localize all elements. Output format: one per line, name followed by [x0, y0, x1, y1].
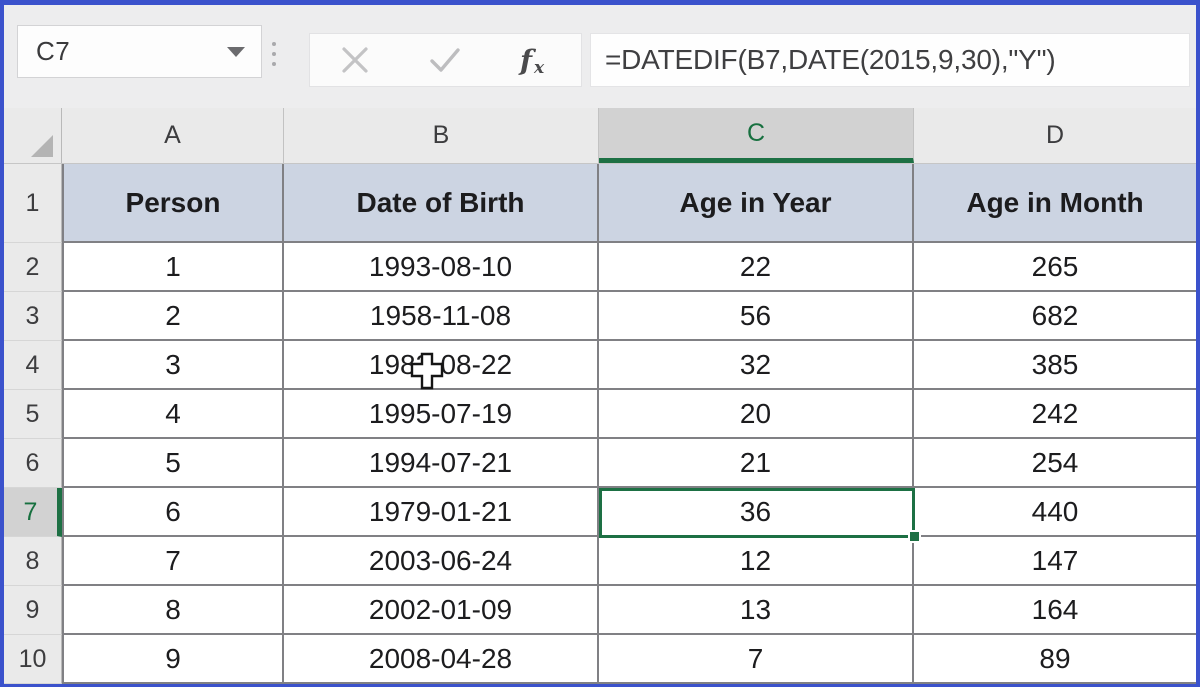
formula-bar-buttons: f x — [309, 33, 582, 87]
excel-window: C7 f x =DATEDIF(B7,DATE(2015,9,30),"Y") … — [0, 0, 1200, 687]
cell-b1[interactable]: Date of Birth — [284, 164, 599, 243]
cell-d8[interactable]: 147 — [914, 537, 1196, 586]
select-all-triangle-icon — [31, 135, 53, 157]
cell-d6[interactable]: 254 — [914, 439, 1196, 488]
cell-d10[interactable]: 89 — [914, 635, 1196, 684]
cell-c8[interactable]: 12 — [599, 537, 914, 586]
table-row: 7 6 1979-01-21 36 440 — [4, 488, 1196, 537]
cell-b6[interactable]: 1994-07-21 — [284, 439, 599, 488]
row-header-10[interactable]: 10 — [4, 635, 62, 684]
select-all-button[interactable] — [4, 108, 62, 163]
grip-dot — [272, 52, 276, 56]
cell-c7[interactable]: 36 — [599, 488, 914, 537]
table-row: 5 4 1995-07-19 20 242 — [4, 390, 1196, 439]
cell-c3[interactable]: 56 — [599, 292, 914, 341]
name-box-value: C7 — [36, 36, 71, 66]
row-header-8[interactable]: 8 — [4, 537, 62, 586]
table-row: 2 1 1993-08-10 22 265 — [4, 243, 1196, 292]
cancel-button[interactable] — [324, 38, 386, 82]
row-header-3[interactable]: 3 — [4, 292, 62, 341]
cell-d5[interactable]: 242 — [914, 390, 1196, 439]
formula-text: =DATEDIF(B7,DATE(2015,9,30),"Y") — [605, 44, 1056, 75]
cell-d1[interactable]: Age in Month — [914, 164, 1196, 243]
cell-b10[interactable]: 2008-04-28 — [284, 635, 599, 684]
cell-b3[interactable]: 1958-11-08 — [284, 292, 599, 341]
insert-function-icon[interactable]: f x — [505, 38, 567, 82]
cell-c6[interactable]: 21 — [599, 439, 914, 488]
cell-a1[interactable]: Person — [62, 164, 284, 243]
cell-a5[interactable]: 4 — [62, 390, 284, 439]
table-row: 6 5 1994-07-21 21 254 — [4, 439, 1196, 488]
table-row: 9 8 2002-01-09 13 164 — [4, 586, 1196, 635]
fill-handle[interactable] — [908, 530, 921, 543]
name-box[interactable]: C7 — [17, 25, 262, 78]
table-row: 4 3 1983-08-22 32 385 — [4, 341, 1196, 390]
table-row: 8 7 2003-06-24 12 147 — [4, 537, 1196, 586]
cell-a8[interactable]: 7 — [62, 537, 284, 586]
cell-a6[interactable]: 5 — [62, 439, 284, 488]
cell-d9[interactable]: 164 — [914, 586, 1196, 635]
cell-c9[interactable]: 13 — [599, 586, 914, 635]
cell-a2[interactable]: 1 — [62, 243, 284, 292]
enter-button[interactable] — [414, 38, 476, 82]
formula-bar-grip[interactable] — [272, 42, 276, 66]
row-header-7[interactable]: 7 — [4, 488, 62, 537]
cell-a9[interactable]: 8 — [62, 586, 284, 635]
worksheet-grid: 1 Person Date of Birth Age in Year Age i… — [4, 164, 1196, 684]
row-header-4[interactable]: 4 — [4, 341, 62, 390]
column-header-b[interactable]: B — [284, 108, 599, 163]
grip-dot — [272, 42, 276, 46]
chevron-down-icon[interactable] — [227, 46, 245, 57]
cell-c1[interactable]: Age in Year — [599, 164, 914, 243]
cell-c4[interactable]: 32 — [599, 341, 914, 390]
cell-c5[interactable]: 20 — [599, 390, 914, 439]
formula-bar-strip: C7 f x =DATEDIF(B7,DATE(2015,9,30),"Y") — [4, 5, 1196, 108]
row-header-5[interactable]: 5 — [4, 390, 62, 439]
row-header-9[interactable]: 9 — [4, 586, 62, 635]
cell-a3[interactable]: 2 — [62, 292, 284, 341]
cell-d4[interactable]: 385 — [914, 341, 1196, 390]
table-row: 1 Person Date of Birth Age in Year Age i… — [4, 164, 1196, 243]
cell-d7[interactable]: 440 — [914, 488, 1196, 537]
column-header-c[interactable]: C — [599, 108, 914, 163]
cell-b2[interactable]: 1993-08-10 — [284, 243, 599, 292]
column-header-a[interactable]: A — [62, 108, 284, 163]
cell-a4[interactable]: 3 — [62, 341, 284, 390]
cell-b8[interactable]: 2003-06-24 — [284, 537, 599, 586]
cell-b7[interactable]: 1979-01-21 — [284, 488, 599, 537]
cell-a10[interactable]: 9 — [62, 635, 284, 684]
table-row: 3 2 1958-11-08 56 682 — [4, 292, 1196, 341]
table-row: 10 9 2008-04-28 7 89 — [4, 635, 1196, 684]
cell-d3[interactable]: 682 — [914, 292, 1196, 341]
cell-c2[interactable]: 22 — [599, 243, 914, 292]
grip-dot — [272, 62, 276, 66]
column-header-d[interactable]: D — [914, 108, 1196, 163]
formula-input[interactable]: =DATEDIF(B7,DATE(2015,9,30),"Y") — [590, 33, 1190, 87]
cell-b5[interactable]: 1995-07-19 — [284, 390, 599, 439]
row-header-6[interactable]: 6 — [4, 439, 62, 488]
svg-text:x: x — [533, 58, 545, 78]
row-header-1[interactable]: 1 — [4, 164, 62, 243]
row-header-2[interactable]: 2 — [4, 243, 62, 292]
column-header-band: A B C D — [4, 108, 1196, 164]
cell-b9[interactable]: 2002-01-09 — [284, 586, 599, 635]
cell-b4[interactable]: 1983-08-22 — [284, 341, 599, 390]
cell-a7[interactable]: 6 — [62, 488, 284, 537]
cell-d2[interactable]: 265 — [914, 243, 1196, 292]
cell-c10[interactable]: 7 — [599, 635, 914, 684]
